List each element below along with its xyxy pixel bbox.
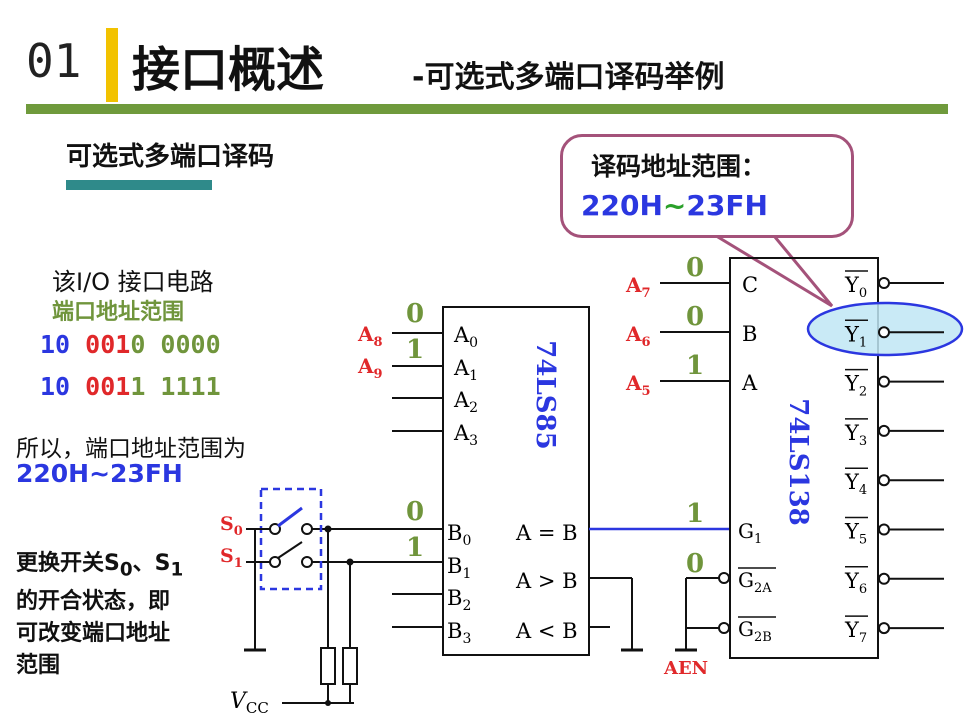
inversion-bubble (878, 277, 890, 289)
addr-label-a9: A9 (357, 354, 383, 382)
value-a1: 1 (406, 335, 424, 365)
value-c: 0 (686, 253, 704, 283)
callout-range-start: 220H (581, 189, 663, 222)
pin-y4: Y4 (844, 470, 867, 498)
resistor-r0 (320, 647, 336, 685)
inversion-bubble (878, 375, 890, 388)
addr-label-a7: A7 (625, 273, 651, 301)
addr-label-a6: A6 (625, 322, 651, 350)
inversion-bubble (878, 326, 890, 339)
pin-g1: G1 (738, 519, 762, 547)
addr-label-a8: A8 (357, 322, 383, 350)
value-b: 0 (686, 302, 704, 332)
pin-y6: Y6 (844, 569, 867, 597)
callout-tail (707, 229, 834, 308)
callout-range: 220H~23FH (581, 189, 768, 222)
pin-y3: Y3 (844, 421, 867, 449)
inversion-bubble (878, 523, 890, 536)
pin-a2: A2 (453, 388, 478, 416)
pin-b1: B1 (447, 554, 471, 582)
vcc-label: VCC (230, 689, 269, 717)
pin-a1: A1 (453, 356, 478, 384)
pin-y2: Y2 (844, 372, 867, 400)
chip-74ls138-label: 74LS138 (783, 398, 813, 526)
value-a0: 0 (406, 299, 424, 329)
pin-c: C (742, 273, 758, 297)
value-b1: 1 (406, 533, 424, 563)
pin-b3: B3 (447, 619, 471, 647)
pin-a0: A0 (453, 323, 478, 351)
callout-box: 译码地址范围： 220H~23FH (560, 134, 854, 238)
addr-label-a5: A5 (625, 371, 651, 399)
chip-74ls85-label: 74LS85 (530, 340, 560, 449)
switch-label-s0: S0 (220, 513, 243, 539)
resistor-r1 (342, 647, 358, 685)
callout-title: 译码地址范围： (591, 152, 767, 181)
value-a: 1 (686, 351, 704, 381)
pin-b0: B0 (447, 521, 471, 549)
pin-b2: B2 (447, 586, 471, 614)
circuit-diagram: 74LS85 A0 A1 A2 A3 B0 B1 B2 B3 A = B A >… (220, 229, 964, 717)
switch-box (259, 487, 323, 591)
pin-a-gt-b: A > B (515, 569, 578, 593)
pin-a-lt-b: A < B (515, 619, 578, 643)
aen-label: AEN (663, 658, 708, 679)
pin-a3: A3 (453, 421, 478, 449)
value-b0: 0 (406, 497, 424, 527)
pin-g2b: G2B (738, 617, 772, 645)
callout-range-tilde: ~ (662, 189, 687, 222)
inversion-bubble (878, 622, 890, 635)
pin-g2a: G2A (738, 568, 772, 596)
inversion-bubble (878, 474, 890, 487)
callout-range-end: 23FH (686, 189, 768, 222)
switch-label-s1: S1 (220, 545, 243, 571)
pin-b: B (742, 322, 757, 346)
inversion-bubble (878, 572, 890, 585)
pin-y5: Y5 (844, 520, 867, 548)
pin-y7: Y7 (844, 618, 867, 646)
pin-a: A (741, 371, 758, 395)
pin-a-eq-b: A = B (515, 521, 578, 545)
inversion-bubble (878, 424, 890, 437)
pin-y0: Y0 (844, 273, 867, 301)
value-g1: 1 (686, 499, 704, 529)
value-g2a: 0 (686, 549, 704, 579)
